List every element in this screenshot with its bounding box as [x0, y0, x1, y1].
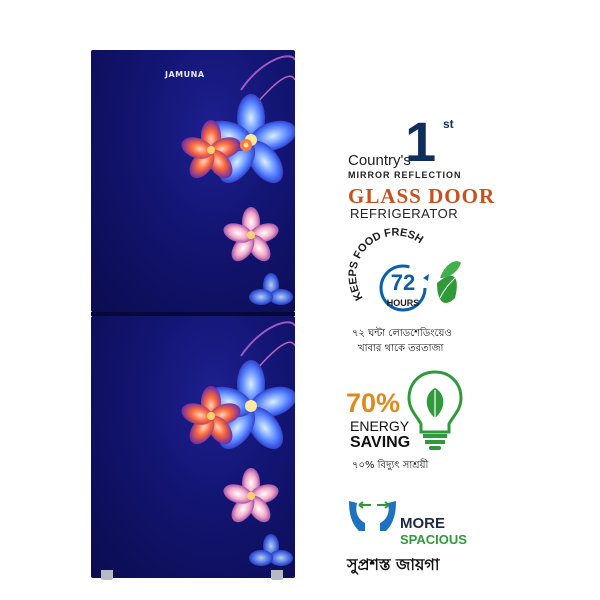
countrys-label: Country's — [348, 152, 411, 169]
floral-pattern-bottom — [181, 321, 295, 566]
refrigerator-image: JAMUNA — [91, 50, 295, 580]
more-label: MORE — [400, 515, 445, 532]
fresh-72-badge: KEEPS FOOD FRESH 72 HOURS — [347, 228, 461, 312]
spacious-hands-icon — [349, 501, 396, 531]
mirror-reflection-label: MIRROR REFLECTION — [348, 170, 462, 180]
brand-logo: JAMUNA — [165, 70, 205, 79]
energy-percent: 70% — [346, 388, 401, 418]
hours-number: 72 — [391, 270, 415, 295]
refrigerator-label: REFRIGERATOR — [350, 206, 459, 221]
rank-suffix: st — [443, 117, 454, 131]
spacious-bengali: সুপ্রশস্ত জায়গা — [347, 555, 440, 574]
hours-label: HOURS — [387, 298, 420, 308]
spacious-label: SPACIOUS — [400, 532, 467, 547]
energy-bengali: ৭০% বিদ্যুৎ সাশ্রয়ী — [352, 460, 429, 471]
left-foot — [101, 570, 113, 580]
fridge-bottom-door — [91, 316, 295, 578]
fridge-top-door: JAMUNA — [91, 50, 295, 312]
right-foot — [271, 570, 283, 580]
energy-bulb-icon — [407, 370, 463, 450]
leaf-icon — [437, 261, 461, 303]
fresh-bengali-line2: খাবার থাকে তরতাজা — [358, 343, 444, 354]
saving-label: SAVING — [350, 434, 411, 451]
energy-label: ENERGY — [350, 418, 410, 434]
floral-pattern-top — [181, 55, 295, 305]
